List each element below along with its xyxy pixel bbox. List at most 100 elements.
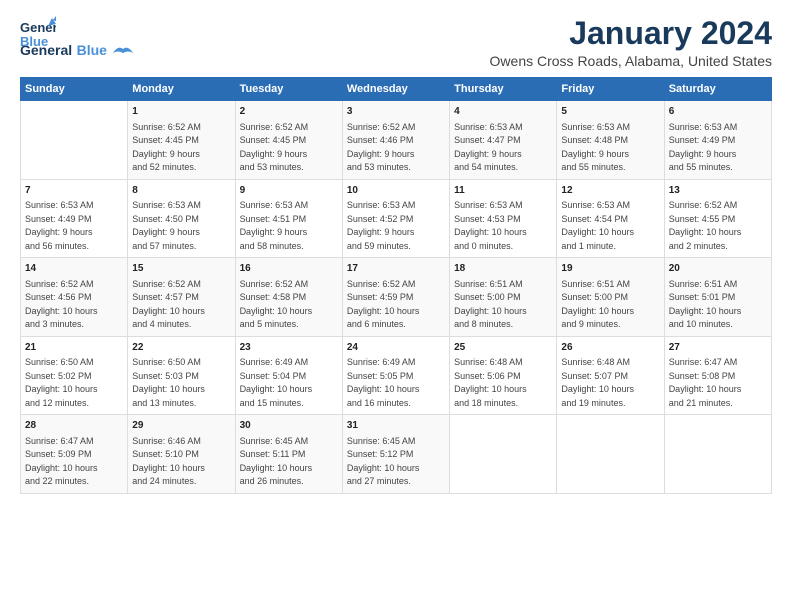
cell-info: Daylight: 10 hours — [25, 305, 123, 319]
day-number: 16 — [240, 262, 338, 277]
cell-info: Daylight: 10 hours — [561, 305, 659, 319]
cell-info: Sunset: 5:11 PM — [240, 448, 338, 462]
cell-info: Sunrise: 6:53 AM — [132, 199, 230, 213]
cell-info: Sunset: 4:48 PM — [561, 134, 659, 148]
cell-info: Sunset: 4:52 PM — [347, 213, 445, 227]
week-row-4: 21Sunrise: 6:50 AMSunset: 5:02 PMDayligh… — [21, 336, 772, 415]
day-number: 9 — [240, 184, 338, 199]
calendar-cell: 5Sunrise: 6:53 AMSunset: 4:48 PMDaylight… — [557, 101, 664, 180]
cell-info: Sunset: 4:58 PM — [240, 291, 338, 305]
calendar-cell: 24Sunrise: 6:49 AMSunset: 5:05 PMDayligh… — [342, 336, 449, 415]
cell-info: Sunset: 5:04 PM — [240, 370, 338, 384]
logo-blue: Blue — [77, 42, 107, 58]
cell-info: and 16 minutes. — [347, 397, 445, 411]
cell-info: Sunset: 4:50 PM — [132, 213, 230, 227]
cell-info: Daylight: 9 hours — [561, 148, 659, 162]
calendar-cell: 3Sunrise: 6:52 AMSunset: 4:46 PMDaylight… — [342, 101, 449, 180]
calendar-cell: 20Sunrise: 6:51 AMSunset: 5:01 PMDayligh… — [664, 258, 771, 337]
cell-info: Sunrise: 6:51 AM — [669, 278, 767, 292]
cell-info: Sunset: 5:03 PM — [132, 370, 230, 384]
cell-info: and 22 minutes. — [25, 475, 123, 489]
calendar-cell: 10Sunrise: 6:53 AMSunset: 4:52 PMDayligh… — [342, 179, 449, 258]
day-number: 7 — [25, 184, 123, 199]
day-number: 28 — [25, 419, 123, 434]
calendar-cell: 16Sunrise: 6:52 AMSunset: 4:58 PMDayligh… — [235, 258, 342, 337]
cell-info: Sunset: 4:53 PM — [454, 213, 552, 227]
cell-info: and 8 minutes. — [454, 318, 552, 332]
calendar-cell: 19Sunrise: 6:51 AMSunset: 5:00 PMDayligh… — [557, 258, 664, 337]
header-cell-tuesday: Tuesday — [235, 78, 342, 101]
cell-info: Sunset: 4:45 PM — [132, 134, 230, 148]
cell-info: Sunset: 5:02 PM — [25, 370, 123, 384]
calendar-cell: 9Sunrise: 6:53 AMSunset: 4:51 PMDaylight… — [235, 179, 342, 258]
header-cell-sunday: Sunday — [21, 78, 128, 101]
day-number: 14 — [25, 262, 123, 277]
cell-info: Sunset: 5:06 PM — [454, 370, 552, 384]
cell-info: Daylight: 9 hours — [240, 148, 338, 162]
day-number: 17 — [347, 262, 445, 277]
cell-info: Daylight: 10 hours — [132, 383, 230, 397]
calendar-cell: 11Sunrise: 6:53 AMSunset: 4:53 PMDayligh… — [450, 179, 557, 258]
cell-info: Sunset: 5:08 PM — [669, 370, 767, 384]
cell-info: and 55 minutes. — [561, 161, 659, 175]
cell-info: Sunrise: 6:52 AM — [25, 278, 123, 292]
cell-info: Sunset: 4:51 PM — [240, 213, 338, 227]
cell-info: and 2 minutes. — [669, 240, 767, 254]
cell-info: Sunrise: 6:45 AM — [347, 435, 445, 449]
cell-info: Sunset: 5:00 PM — [561, 291, 659, 305]
cell-info: and 52 minutes. — [132, 161, 230, 175]
calendar-cell: 4Sunrise: 6:53 AMSunset: 4:47 PMDaylight… — [450, 101, 557, 180]
cell-info: Daylight: 9 hours — [454, 148, 552, 162]
day-number: 5 — [561, 105, 659, 120]
day-number: 1 — [132, 105, 230, 120]
cell-info: Sunrise: 6:49 AM — [240, 356, 338, 370]
calendar-cell: 26Sunrise: 6:48 AMSunset: 5:07 PMDayligh… — [557, 336, 664, 415]
cell-info: Sunrise: 6:53 AM — [347, 199, 445, 213]
calendar-cell: 31Sunrise: 6:45 AMSunset: 5:12 PMDayligh… — [342, 415, 449, 494]
calendar-cell: 18Sunrise: 6:51 AMSunset: 5:00 PMDayligh… — [450, 258, 557, 337]
cell-info: Sunrise: 6:52 AM — [240, 121, 338, 135]
day-number: 22 — [132, 341, 230, 356]
header: General Blue General Blue January 2024 O… — [20, 16, 772, 69]
week-row-3: 14Sunrise: 6:52 AMSunset: 4:56 PMDayligh… — [21, 258, 772, 337]
cell-info: Sunset: 5:01 PM — [669, 291, 767, 305]
cell-info: Sunset: 4:45 PM — [240, 134, 338, 148]
calendar-cell: 28Sunrise: 6:47 AMSunset: 5:09 PMDayligh… — [21, 415, 128, 494]
cell-info: Daylight: 10 hours — [669, 305, 767, 319]
cell-info: Sunrise: 6:48 AM — [454, 356, 552, 370]
cell-info: Sunrise: 6:53 AM — [454, 199, 552, 213]
calendar-cell: 7Sunrise: 6:53 AMSunset: 4:49 PMDaylight… — [21, 179, 128, 258]
cell-info: Daylight: 9 hours — [240, 226, 338, 240]
calendar-cell: 13Sunrise: 6:52 AMSunset: 4:55 PMDayligh… — [664, 179, 771, 258]
cell-info: and 10 minutes. — [669, 318, 767, 332]
location-title: Owens Cross Roads, Alabama, United State… — [490, 53, 772, 69]
calendar-cell: 27Sunrise: 6:47 AMSunset: 5:08 PMDayligh… — [664, 336, 771, 415]
bird-icon — [113, 45, 133, 57]
cell-info: Sunrise: 6:52 AM — [347, 278, 445, 292]
cell-info: Sunset: 5:12 PM — [347, 448, 445, 462]
cell-info: Daylight: 10 hours — [25, 383, 123, 397]
calendar-cell: 23Sunrise: 6:49 AMSunset: 5:04 PMDayligh… — [235, 336, 342, 415]
cell-info: Sunrise: 6:53 AM — [561, 199, 659, 213]
day-number: 23 — [240, 341, 338, 356]
day-number: 4 — [454, 105, 552, 120]
cell-info: Sunrise: 6:47 AM — [669, 356, 767, 370]
calendar-cell — [664, 415, 771, 494]
cell-info: Daylight: 10 hours — [25, 462, 123, 476]
cell-info: Daylight: 10 hours — [347, 383, 445, 397]
cell-info: and 3 minutes. — [25, 318, 123, 332]
cell-info: Sunrise: 6:51 AM — [454, 278, 552, 292]
calendar-cell — [450, 415, 557, 494]
cell-info: and 21 minutes. — [669, 397, 767, 411]
cell-info: Sunrise: 6:53 AM — [25, 199, 123, 213]
title-block: January 2024 Owens Cross Roads, Alabama,… — [490, 16, 772, 69]
day-number: 13 — [669, 184, 767, 199]
day-number: 31 — [347, 419, 445, 434]
cell-info: Sunrise: 6:53 AM — [240, 199, 338, 213]
cell-info: Daylight: 10 hours — [132, 305, 230, 319]
cell-info: Daylight: 10 hours — [669, 226, 767, 240]
cell-info: Daylight: 10 hours — [240, 305, 338, 319]
cell-info: and 13 minutes. — [132, 397, 230, 411]
cell-info: Daylight: 9 hours — [669, 148, 767, 162]
cell-info: Sunrise: 6:48 AM — [561, 356, 659, 370]
